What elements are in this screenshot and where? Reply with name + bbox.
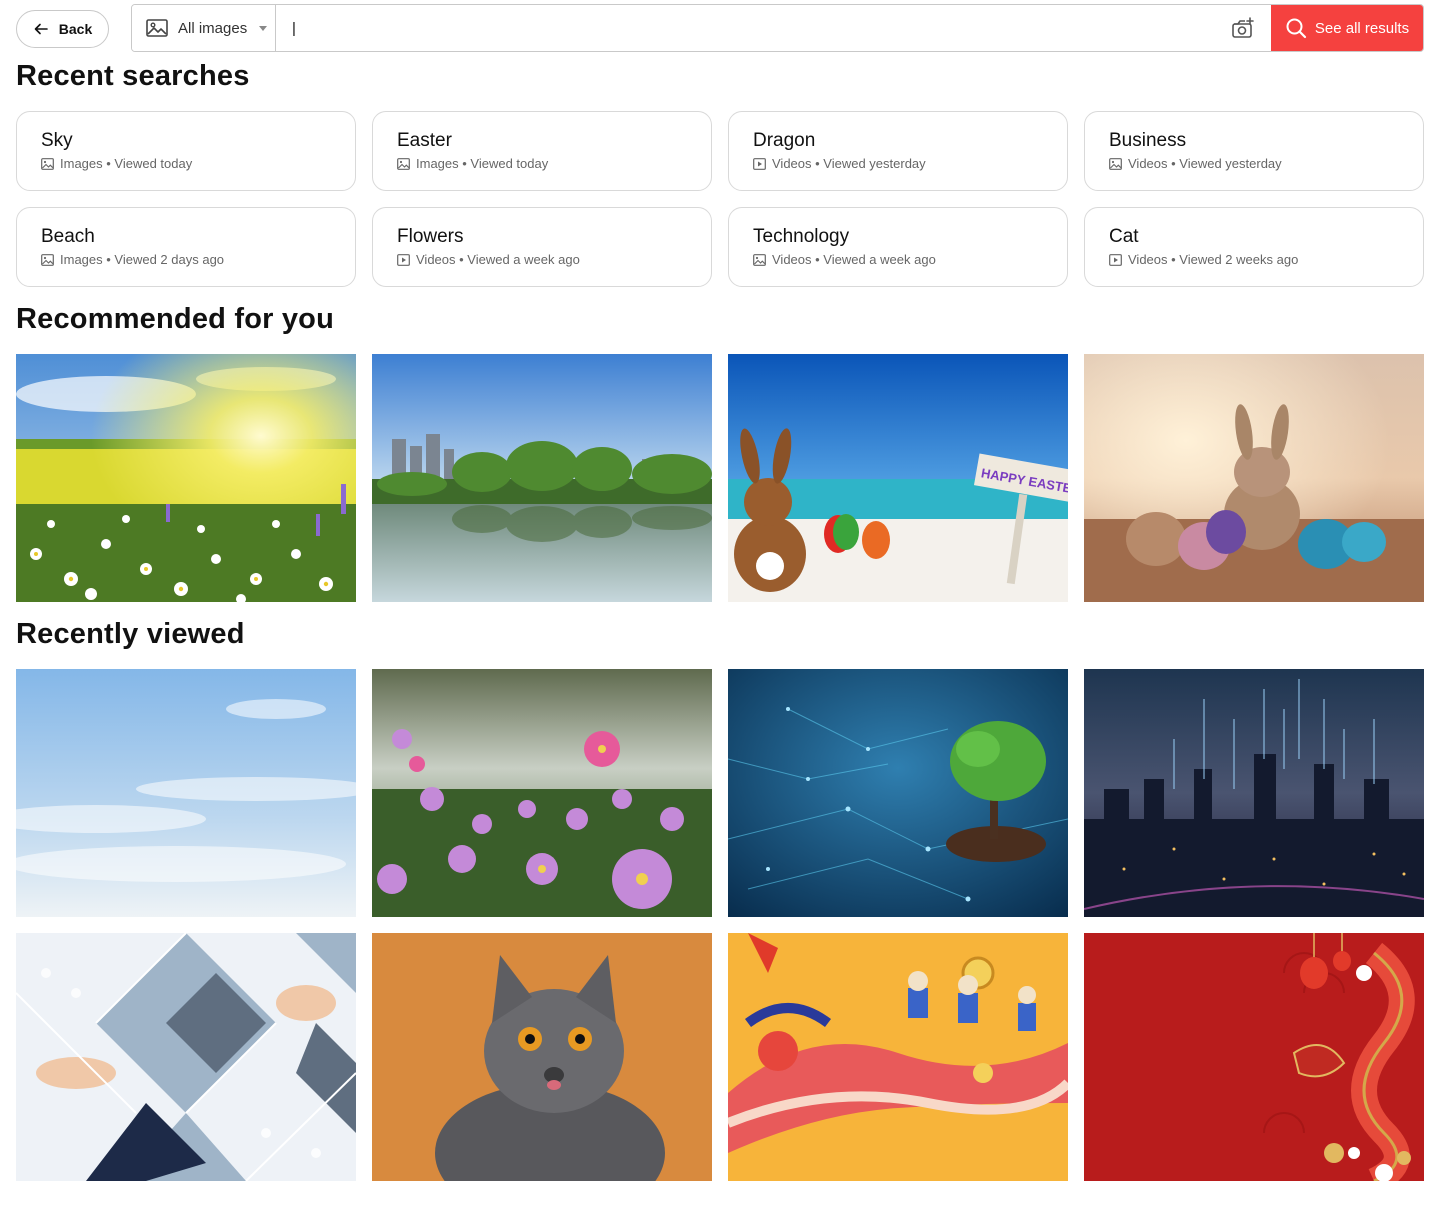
recent-image-red-dragon[interactable] <box>1084 933 1424 1181</box>
recent-search-title: Sky <box>41 130 73 151</box>
recent-search-meta-text: Videos • Viewed yesterday <box>772 156 926 171</box>
recent-search-meta: Images • Viewed today <box>41 156 355 171</box>
see-all-label: See all results <box>1314 19 1410 37</box>
chevron-down-icon <box>259 25 268 31</box>
video-icon <box>753 157 766 170</box>
recent-search-meta: Videos • Viewed a week ago <box>397 252 711 267</box>
recent-search-meta: Videos • Viewed yesterday <box>753 156 1067 171</box>
recent-search-title: Easter <box>397 130 452 151</box>
arrow-left-icon <box>34 23 48 35</box>
recent-search-title: Cat <box>1109 226 1139 247</box>
recent-search-meta-text: Videos • Viewed a week ago <box>416 252 580 267</box>
recent-search-card[interactable]: Beach Images • Viewed 2 days ago <box>16 207 356 287</box>
recent-search-card[interactable]: Flowers Videos • Viewed a week ago <box>372 207 712 287</box>
recent-search-card[interactable]: Technology Videos • Viewed a week ago <box>728 207 1068 287</box>
recent-search-meta-text: Images • Viewed 2 days ago <box>60 252 225 267</box>
recent-search-meta: Videos • Viewed a week ago <box>753 252 1067 267</box>
image-icon <box>41 253 54 266</box>
recent-search-card[interactable]: Business Videos • Viewed yesterday <box>1084 111 1424 191</box>
recent-search-title: Beach <box>41 226 95 247</box>
image-icon <box>1109 157 1122 170</box>
recent-image-cosmos-flowers[interactable] <box>372 669 712 917</box>
image-icon <box>41 157 54 170</box>
recent-image-tech-tree[interactable] <box>728 669 1068 917</box>
recent-search-meta: Images • Viewed 2 days ago <box>41 252 355 267</box>
recent-image-gray-cat[interactable] <box>372 933 712 1181</box>
recent-search-card[interactable]: Sky Images • Viewed today <box>16 111 356 191</box>
recent-search-meta: Images • Viewed today <box>397 156 711 171</box>
recent-image-night-city[interactable] <box>1084 669 1424 917</box>
search-icon <box>1286 18 1306 39</box>
recent-search-title: Dragon <box>753 130 816 151</box>
recent-search-meta-text: Videos • Viewed yesterday <box>1128 156 1282 171</box>
recent-search-title: Business <box>1109 130 1187 151</box>
image-icon <box>146 19 168 37</box>
recommended-image-easter-beach[interactable]: HAPPY EASTE <box>728 354 1068 602</box>
camera-search-icon[interactable] <box>1215 5 1271 51</box>
recommended-image-flower-field[interactable] <box>16 354 356 602</box>
recommended-image-bunny-eggs[interactable] <box>1084 354 1424 602</box>
recent-search-card[interactable]: Cat Videos • Viewed 2 weeks ago <box>1084 207 1424 287</box>
recent-search-meta-text: Images • Viewed today <box>416 156 549 171</box>
search-bar: All images See all results <box>131 4 1424 52</box>
video-icon <box>1109 253 1122 266</box>
recommended-image-city-lake[interactable] <box>372 354 712 602</box>
media-type-dropdown[interactable]: All images <box>132 5 276 51</box>
recent-search-meta-text: Videos • Viewed a week ago <box>772 252 936 267</box>
media-type-label: All images <box>178 19 248 37</box>
recent-search-card[interactable]: Dragon Videos • Viewed yesterday <box>728 111 1068 191</box>
recently-viewed-heading: Recently viewed <box>16 618 245 650</box>
recent-search-meta: Videos • Viewed 2 weeks ago <box>1109 252 1423 267</box>
recent-search-title: Flowers <box>397 226 464 247</box>
recent-search-card[interactable]: Easter Images • Viewed today <box>372 111 712 191</box>
see-all-results-button[interactable]: See all results <box>1271 5 1423 51</box>
recent-image-sky[interactable] <box>16 669 356 917</box>
image-icon <box>753 253 766 266</box>
recent-searches-heading: Recent searches <box>16 60 250 92</box>
video-icon <box>397 253 410 266</box>
recent-search-meta-text: Images • Viewed today <box>60 156 193 171</box>
image-icon <box>397 157 410 170</box>
back-button[interactable]: Back <box>16 10 109 48</box>
recommended-heading: Recommended for you <box>16 303 335 335</box>
recent-search-meta: Videos • Viewed yesterday <box>1109 156 1423 171</box>
recent-search-title: Technology <box>753 226 850 247</box>
recent-image-dragon-illustration[interactable] <box>728 933 1068 1181</box>
back-label: Back <box>58 21 93 37</box>
recent-search-meta-text: Videos • Viewed 2 weeks ago <box>1128 252 1299 267</box>
search-input[interactable] <box>276 5 1215 51</box>
recent-image-business-network[interactable] <box>16 933 356 1181</box>
